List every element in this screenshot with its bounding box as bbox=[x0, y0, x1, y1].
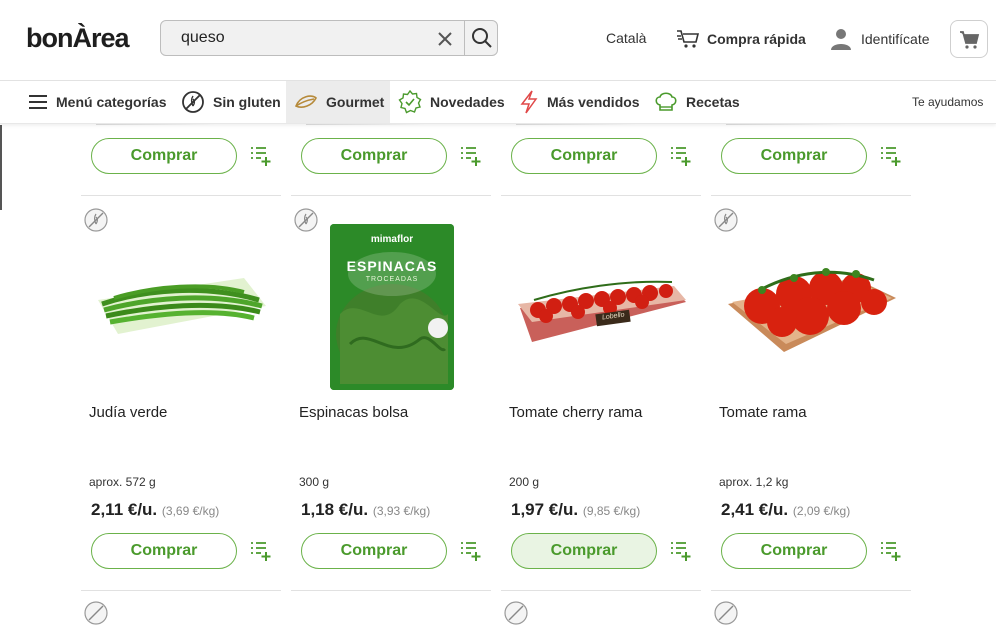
product-image-cherry-tomatoes[interactable]: Lobello bbox=[514, 270, 688, 346]
login-link[interactable]: Identifícate bbox=[830, 26, 930, 52]
product-price: 1,97 €/u. (9,85 €/kg) bbox=[511, 500, 640, 520]
search-button[interactable] bbox=[464, 21, 499, 55]
hamburger-icon bbox=[29, 95, 47, 109]
help-link[interactable]: Te ayudamos bbox=[912, 95, 983, 109]
unit-price: 2,41 €/u. bbox=[721, 500, 789, 519]
buy-button[interactable]: Comprar bbox=[301, 533, 447, 569]
unit-price: 1,18 €/u. bbox=[301, 500, 369, 519]
gourmet-icon bbox=[294, 95, 317, 108]
nav-label: Más vendidos bbox=[547, 94, 640, 110]
product-weight: 200 g bbox=[509, 475, 540, 489]
search-box bbox=[160, 20, 498, 56]
product-image-green-beans[interactable] bbox=[94, 270, 270, 342]
gluten-free-badge-icon bbox=[714, 601, 738, 625]
buy-button[interactable]: Comprar bbox=[721, 138, 867, 174]
nav-recipes[interactable]: Recetas bbox=[654, 81, 740, 123]
card-divider bbox=[501, 195, 701, 196]
buy-button[interactable]: Comprar bbox=[511, 138, 657, 174]
add-to-list-icon[interactable] bbox=[670, 145, 692, 167]
login-label: Identifícate bbox=[861, 31, 930, 47]
product-weight: 300 g bbox=[299, 475, 330, 489]
nav-menu-categories[interactable]: Menú categorías bbox=[28, 81, 166, 123]
nav-label: Novedades bbox=[430, 94, 505, 110]
search-input[interactable] bbox=[173, 27, 444, 49]
gluten-free-badge-icon bbox=[84, 601, 108, 625]
buy-button[interactable]: Comprar bbox=[91, 533, 237, 569]
product-weight: aprox. 1,2 kg bbox=[719, 475, 789, 489]
buy-button[interactable]: Comprar bbox=[511, 533, 657, 569]
new-badge-icon bbox=[398, 90, 422, 114]
card-divider bbox=[291, 195, 491, 196]
lightning-icon bbox=[520, 90, 538, 114]
gluten-free-badge-icon bbox=[504, 601, 528, 625]
package-subtitle: TROCEADAS bbox=[365, 276, 419, 283]
nav-label: Sin gluten bbox=[213, 94, 281, 110]
nav-best-sellers[interactable]: Más vendidos bbox=[519, 81, 640, 123]
price-per-kg: (2,09 €/kg) bbox=[792, 504, 851, 518]
language-link[interactable]: Català bbox=[606, 30, 646, 46]
card-divider bbox=[291, 590, 491, 591]
add-to-list-icon[interactable] bbox=[250, 540, 272, 562]
product-price: 1,18 €/u. (3,93 €/kg) bbox=[301, 500, 430, 520]
card-divider bbox=[81, 590, 281, 591]
package-brand: mimaflor bbox=[370, 234, 414, 245]
nav-gourmet[interactable]: Gourmet bbox=[286, 81, 390, 123]
nav-label: Menú categorías bbox=[56, 94, 167, 110]
product-name[interactable]: Judía verde bbox=[89, 404, 167, 421]
user-icon bbox=[831, 29, 851, 50]
site-header: bonÀrea Català Compra rápida Identifícat… bbox=[0, 0, 996, 81]
buy-button[interactable]: Comprar bbox=[91, 138, 237, 174]
add-to-list-icon[interactable] bbox=[880, 145, 902, 167]
nav-gluten-free[interactable]: Sin gluten bbox=[181, 81, 281, 123]
nav-new[interactable]: Novedades bbox=[398, 81, 505, 123]
add-to-list-icon[interactable] bbox=[460, 540, 482, 562]
product-image-vine-tomatoes[interactable] bbox=[724, 258, 898, 354]
product-price: 2,41 €/u. (2,09 €/kg) bbox=[721, 500, 850, 520]
add-to-list-icon[interactable] bbox=[880, 540, 902, 562]
cart-icon bbox=[960, 31, 980, 49]
unit-price: 1,97 €/u. bbox=[511, 500, 579, 519]
price-per-kg: (9,85 €/kg) bbox=[582, 504, 641, 518]
add-to-list-icon[interactable] bbox=[250, 145, 272, 167]
card-divider bbox=[711, 195, 911, 196]
add-to-list-icon[interactable] bbox=[670, 540, 692, 562]
card-divider bbox=[711, 590, 911, 591]
nav-label: Recetas bbox=[686, 94, 740, 110]
category-nav: Menú categorías Sin gluten Gourmet Noved… bbox=[0, 81, 996, 124]
unit-price: 2,11 €/u. bbox=[91, 500, 158, 519]
buy-button[interactable]: Comprar bbox=[301, 138, 447, 174]
product-weight: aprox. 572 g bbox=[89, 475, 156, 489]
nav-label: Gourmet bbox=[326, 94, 385, 110]
fast-cart-icon bbox=[677, 30, 700, 48]
logo-leaf-icon: À bbox=[72, 23, 91, 53]
product-name[interactable]: Tomate cherry rama bbox=[509, 404, 642, 421]
clear-search-icon[interactable] bbox=[433, 27, 457, 51]
chef-hat-icon bbox=[655, 92, 677, 111]
gluten-free-badge-icon bbox=[294, 208, 318, 232]
add-to-list-icon[interactable] bbox=[460, 145, 482, 167]
product-image-spinach-bag[interactable]: mimaflor ESPINACAS TROCEADAS bbox=[330, 224, 454, 390]
quick-buy-link[interactable]: Compra rápida bbox=[676, 26, 806, 52]
gluten-free-badge-icon bbox=[714, 208, 738, 232]
price-per-kg: (3,69 €/kg) bbox=[161, 504, 220, 518]
card-divider bbox=[501, 590, 701, 591]
gluten-free-icon bbox=[182, 91, 204, 113]
price-per-kg: (3,93 €/kg) bbox=[372, 504, 431, 518]
product-name[interactable]: Espinacas bolsa bbox=[299, 404, 408, 421]
left-edge-marker bbox=[0, 125, 2, 210]
buy-button[interactable]: Comprar bbox=[721, 533, 867, 569]
package-title: ESPINACAS bbox=[346, 258, 438, 274]
bonarea-logo[interactable]: bonÀrea bbox=[26, 23, 130, 54]
card-divider bbox=[81, 195, 281, 196]
cart-button[interactable] bbox=[950, 20, 988, 58]
product-name[interactable]: Tomate rama bbox=[719, 404, 807, 421]
quick-buy-label: Compra rápida bbox=[707, 31, 806, 47]
product-price: 2,11 €/u. (3,69 €/kg) bbox=[91, 500, 219, 520]
gluten-free-badge-icon bbox=[84, 208, 108, 232]
